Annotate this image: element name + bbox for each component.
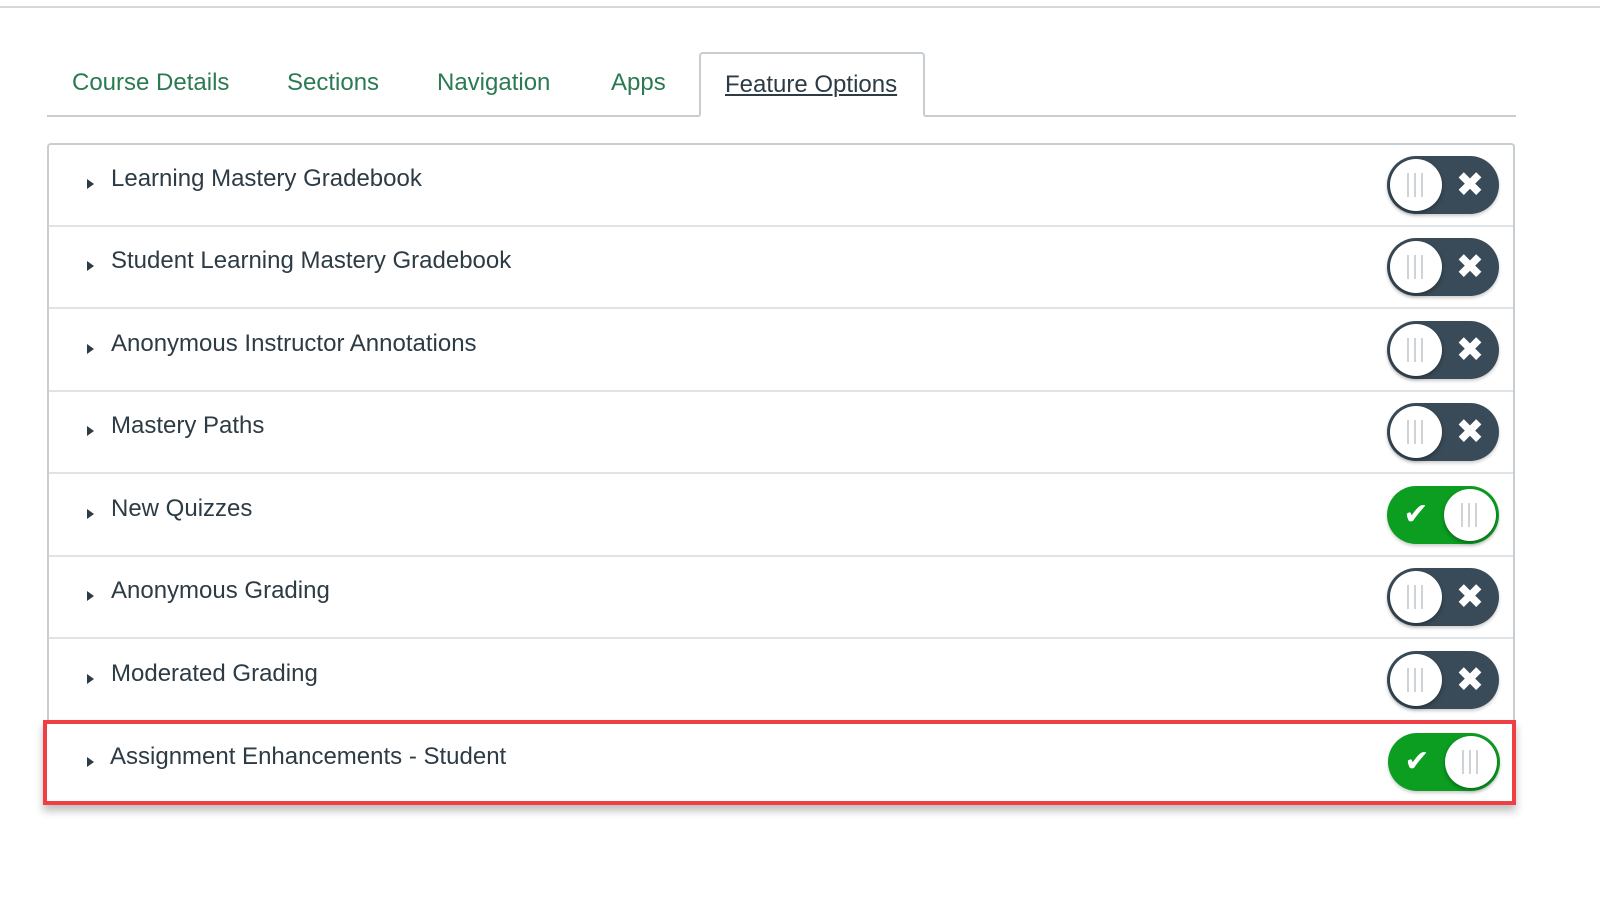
feature-row: Student Learning Mastery Gradebook ✖ [49, 227, 1513, 309]
toggle-knob [1445, 736, 1497, 788]
expand-caret-icon[interactable] [87, 757, 94, 767]
x-icon: ✖ [1455, 248, 1485, 286]
grip-icon [1407, 668, 1425, 692]
feature-row: Mastery Paths ✖ [49, 392, 1513, 474]
check-icon: ✔ [1404, 745, 1430, 778]
feature-toggle[interactable]: ✔ [1387, 486, 1499, 544]
toggle-knob [1390, 159, 1442, 211]
feature-label[interactable]: Anonymous Grading [111, 577, 330, 605]
feature-toggle[interactable]: ✖ [1387, 403, 1499, 461]
expand-caret-icon[interactable] [87, 674, 94, 684]
tab-sections[interactable]: Sections [287, 52, 379, 114]
grip-icon [1462, 750, 1480, 774]
settings-tabs: Course Details Sections Navigation Apps … [47, 52, 1516, 117]
feature-toggle[interactable]: ✖ [1387, 651, 1499, 709]
feature-label[interactable]: Student Learning Mastery Gradebook [111, 247, 511, 275]
feature-toggle[interactable]: ✖ [1387, 568, 1499, 626]
toggle-knob [1390, 571, 1442, 623]
check-icon: ✔ [1403, 498, 1429, 531]
feature-toggle[interactable]: ✔ [1388, 733, 1500, 791]
feature-toggle[interactable]: ✖ [1387, 238, 1499, 296]
tab-apps[interactable]: Apps [611, 52, 666, 114]
feature-row: Anonymous Instructor Annotations ✖ [49, 310, 1513, 392]
toggle-knob [1390, 654, 1442, 706]
toggle-knob [1390, 324, 1442, 376]
top-divider [0, 6, 1600, 8]
x-icon: ✖ [1455, 331, 1485, 369]
x-icon: ✖ [1455, 413, 1485, 451]
tab-feature-options[interactable]: Feature Options [699, 52, 925, 117]
feature-row: Assignment Enhancements - Student ✔ [47, 724, 1512, 801]
grip-icon [1407, 420, 1425, 444]
x-icon: ✖ [1455, 578, 1485, 616]
highlighted-feature-row: Assignment Enhancements - Student ✔ [43, 720, 1516, 805]
expand-caret-icon[interactable] [87, 179, 94, 189]
grip-icon [1407, 338, 1425, 362]
grip-icon [1407, 173, 1425, 197]
toggle-knob [1390, 241, 1442, 293]
feature-row: Learning Mastery Gradebook ✖ [49, 145, 1513, 227]
feature-label[interactable]: Learning Mastery Gradebook [111, 165, 422, 193]
tab-navigation[interactable]: Navigation [437, 52, 550, 114]
feature-label[interactable]: Assignment Enhancements - Student [110, 743, 506, 771]
feature-label[interactable]: Anonymous Instructor Annotations [111, 330, 477, 358]
toggle-knob [1444, 489, 1496, 541]
expand-caret-icon[interactable] [87, 591, 94, 601]
x-icon: ✖ [1455, 661, 1485, 699]
feature-toggle[interactable]: ✖ [1387, 321, 1499, 379]
expand-caret-icon[interactable] [87, 344, 94, 354]
feature-toggle[interactable]: ✖ [1387, 156, 1499, 214]
feature-label[interactable]: Mastery Paths [111, 412, 264, 440]
toggle-knob [1390, 406, 1442, 458]
feature-row: Moderated Grading ✖ [49, 640, 1513, 722]
feature-label[interactable]: Moderated Grading [111, 660, 318, 688]
feature-options-list: Learning Mastery Gradebook ✖ Student Lea… [47, 143, 1515, 803]
grip-icon [1461, 503, 1479, 527]
grip-icon [1407, 255, 1425, 279]
feature-row: New Quizzes ✔ [49, 475, 1513, 557]
feature-label[interactable]: New Quizzes [111, 495, 252, 523]
expand-caret-icon[interactable] [87, 509, 94, 519]
expand-caret-icon[interactable] [87, 261, 94, 271]
expand-caret-icon[interactable] [87, 426, 94, 436]
tab-course-details[interactable]: Course Details [72, 52, 229, 114]
grip-icon [1407, 585, 1425, 609]
x-icon: ✖ [1455, 166, 1485, 204]
feature-row: Anonymous Grading ✖ [49, 557, 1513, 639]
